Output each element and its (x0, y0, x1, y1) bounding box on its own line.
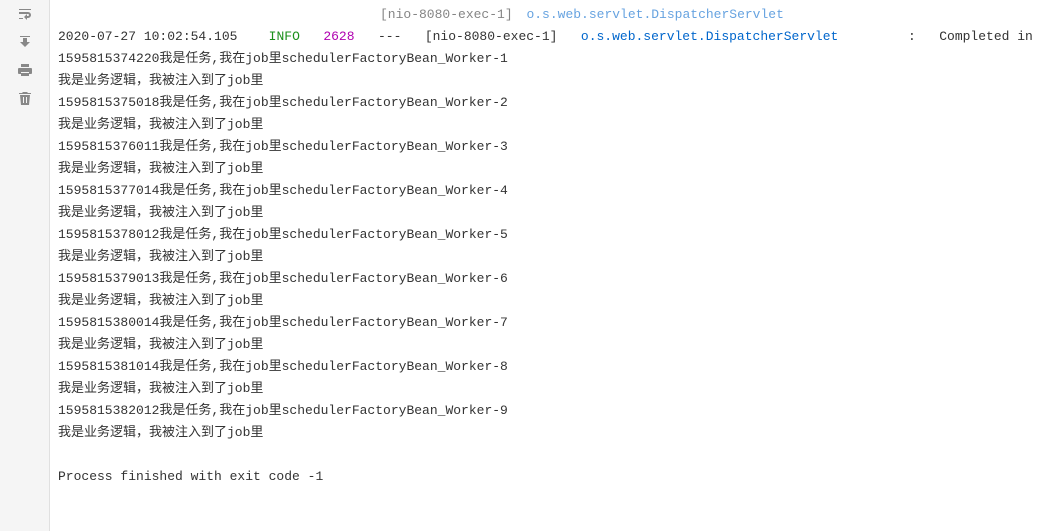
log-line-biz: 我是业务逻辑，我被注入到了job里 (58, 290, 1054, 312)
log-line-task: 1595815381014我是任务,我在job里schedulerFactory… (58, 356, 1054, 378)
task-message: 1595815374220我是任务,我在job里schedulerFactory… (58, 51, 508, 66)
biz-message: 我是业务逻辑，我被注入到了job里 (58, 73, 263, 88)
thread-name: [nio-8080-exec-1] (380, 7, 513, 22)
log-line-task: 1595815382012我是任务,我在job里schedulerFactory… (58, 400, 1054, 422)
log-line-partial-top: [nio-8080-exec-1] o.s.web.servlet.Dispat… (58, 4, 1054, 26)
log-line-biz: 我是业务逻辑，我被注入到了job里 (58, 70, 1054, 92)
biz-message: 我是业务逻辑，我被注入到了job里 (58, 161, 263, 176)
log-timestamp: 2020-07-27 10:02:54.105 (58, 29, 237, 44)
task-message: 1595815377014我是任务,我在job里schedulerFactory… (58, 183, 508, 198)
task-message: 1595815379013我是任务,我在job里schedulerFactory… (58, 271, 508, 286)
log-pid: 2628 (323, 29, 354, 44)
biz-message: 我是业务逻辑，我被注入到了job里 (58, 249, 263, 264)
log-dashes: --- (378, 29, 401, 44)
biz-message: 我是业务逻辑，我被注入到了job里 (58, 205, 263, 220)
log-line-task: 1595815377014我是任务,我在job里schedulerFactory… (58, 180, 1054, 202)
biz-message: 我是业务逻辑，我被注入到了job里 (58, 117, 263, 132)
log-line-biz: 我是业务逻辑，我被注入到了job里 (58, 422, 1054, 444)
soft-wrap-icon[interactable] (17, 6, 33, 22)
log-line-biz: 我是业务逻辑，我被注入到了job里 (58, 202, 1054, 224)
task-message: 1595815381014我是任务,我在job里schedulerFactory… (58, 359, 508, 374)
thread-name: [nio-8080-exec-1] (425, 29, 558, 44)
log-line-task: 1595815376011我是任务,我在job里schedulerFactory… (58, 136, 1054, 158)
log-line-task: 1595815379013我是任务,我在job里schedulerFactory… (58, 268, 1054, 290)
console-output[interactable]: [nio-8080-exec-1] o.s.web.servlet.Dispat… (50, 0, 1062, 531)
log-line-biz: 我是业务逻辑，我被注入到了job里 (58, 158, 1054, 180)
biz-message: 我是业务逻辑，我被注入到了job里 (58, 337, 263, 352)
clear-icon[interactable] (17, 90, 33, 106)
log-line-biz: 我是业务逻辑，我被注入到了job里 (58, 246, 1054, 268)
log-message: Completed in (939, 29, 1033, 44)
log-level: INFO (269, 29, 300, 44)
biz-message: 我是业务逻辑，我被注入到了job里 (58, 293, 263, 308)
logger-name: o.s.web.servlet.DispatcherServlet (526, 7, 783, 22)
log-line-header: 2020-07-27 10:02:54.105 INFO 2628 --- [n… (58, 26, 1054, 48)
logger-name: o.s.web.servlet.DispatcherServlet (581, 29, 838, 44)
log-line-task: 1595815380014我是任务,我在job里schedulerFactory… (58, 312, 1054, 334)
task-message: 1595815375018我是任务,我在job里schedulerFactory… (58, 95, 508, 110)
task-message: 1595815376011我是任务,我在job里schedulerFactory… (58, 139, 508, 154)
print-icon[interactable] (17, 62, 33, 78)
log-line-biz: 我是业务逻辑，我被注入到了job里 (58, 334, 1054, 356)
task-message: 1595815380014我是任务,我在job里schedulerFactory… (58, 315, 508, 330)
log-colon: : (908, 29, 916, 44)
biz-message: 我是业务逻辑，我被注入到了job里 (58, 381, 263, 396)
log-line-biz: 我是业务逻辑，我被注入到了job里 (58, 378, 1054, 400)
blank-line (58, 444, 1054, 466)
console-gutter (0, 0, 50, 531)
biz-message: 我是业务逻辑，我被注入到了job里 (58, 425, 263, 440)
task-message: 1595815378012我是任务,我在job里schedulerFactory… (58, 227, 508, 242)
log-line-biz: 我是业务逻辑，我被注入到了job里 (58, 114, 1054, 136)
process-exit-line: Process finished with exit code -1 (58, 466, 1054, 488)
log-line-task: 1595815378012我是任务,我在job里schedulerFactory… (58, 224, 1054, 246)
log-line-task: 1595815374220我是任务,我在job里schedulerFactory… (58, 48, 1054, 70)
task-message: 1595815382012我是任务,我在job里schedulerFactory… (58, 403, 508, 418)
scroll-to-end-icon[interactable] (17, 34, 33, 50)
log-line-task: 1595815375018我是任务,我在job里schedulerFactory… (58, 92, 1054, 114)
